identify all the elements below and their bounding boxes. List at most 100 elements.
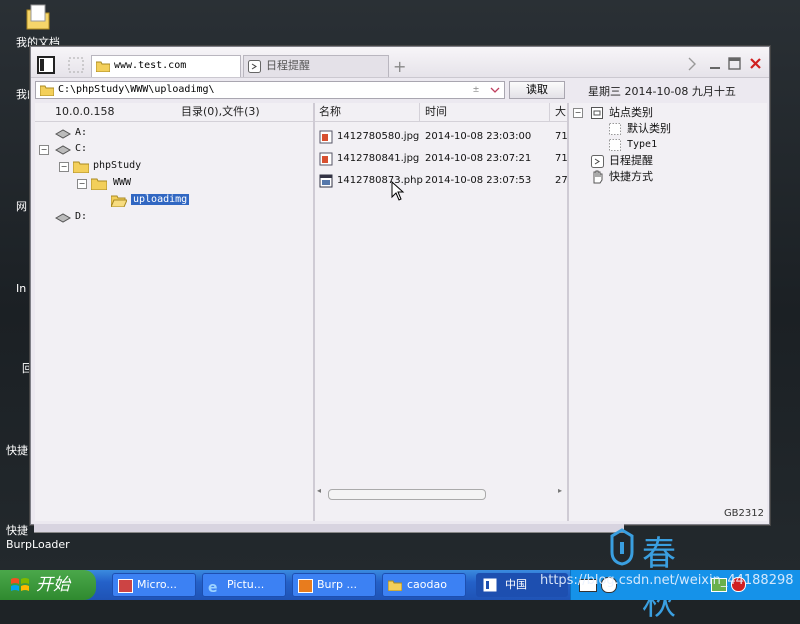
expander-icon[interactable]: − [39, 145, 49, 155]
expander-icon[interactable]: − [77, 179, 87, 189]
tab-schedule[interactable]: 日程提醒 [243, 55, 389, 77]
task-label: 中国 [505, 578, 527, 591]
script-file-icon [319, 174, 333, 188]
tree-row: uploadimg [131, 192, 190, 208]
header-divider [549, 103, 550, 121]
tree-label: phpStudy [93, 160, 142, 171]
maximize-icon[interactable] [728, 57, 741, 70]
category-icon [591, 107, 603, 119]
mouse-cursor-icon [391, 181, 405, 201]
folder-icon [26, 4, 50, 30]
clock-icon [248, 60, 261, 73]
panel-toggle-icon[interactable] [37, 56, 55, 74]
bookmark-add-icon[interactable]: ± [473, 82, 479, 98]
tree-label: WWW [113, 177, 132, 188]
folder-icon [40, 85, 54, 96]
folder-icon [388, 580, 402, 591]
file-name: 1412780580.jpg [337, 131, 420, 142]
file-name: 1412780841.jpg [337, 153, 420, 164]
column-header-size[interactable]: 大 [555, 103, 566, 121]
close-icon[interactable] [749, 57, 762, 70]
column-header-time[interactable]: 时间 [425, 103, 447, 121]
dotted-box-icon [609, 139, 621, 151]
taskbar-item-caodao[interactable]: caodao [382, 573, 466, 597]
host-address: 10.0.0.158 [55, 105, 115, 118]
desktop-icon-my-documents[interactable]: 我的文档 [12, 2, 64, 50]
site-category-panel: − 站点类别 默认类别 Type1 日程提醒 快捷方式 [569, 103, 767, 521]
window-icon [483, 578, 497, 592]
file-manager-window: www.test.com 日程提醒 + C:\phpStudy\WWW\uplo… [30, 46, 770, 525]
divider [35, 121, 313, 122]
tree-label: D: [75, 211, 88, 222]
title-bar: www.test.com 日程提醒 + [31, 47, 769, 78]
side-item-label: Type1 [627, 139, 658, 150]
app-icon [118, 579, 133, 593]
address-bar: C:\phpStudy\WWW\uploadimg\ ± 读取 星期三 2014… [31, 78, 769, 102]
file-row[interactable]: 1412780873.php 2014-10-08 23:07:53 27 [319, 173, 568, 189]
tree-label: uploadimg [131, 194, 190, 205]
tree-label: C: [75, 143, 88, 154]
side-item-label: 默认类别 [627, 122, 671, 135]
new-window-icon[interactable] [67, 56, 85, 74]
tab-label: 日程提醒 [266, 59, 310, 72]
new-tab-button[interactable]: + [393, 57, 406, 76]
scroll-right-icon[interactable]: ▸ [558, 486, 562, 495]
tree-label: A: [75, 127, 88, 138]
chunqiu-logo-icon [610, 528, 634, 566]
file-list-panel: 名称 时间 大 1412780580.jpg 2014-10-08 23:03:… [315, 103, 568, 521]
open-folder-icon [111, 195, 127, 207]
address-input[interactable]: C:\phpStudy\WWW\uploadimg\ ± [35, 81, 505, 99]
read-button[interactable]: 读取 [509, 81, 565, 99]
drive-icon [55, 129, 71, 139]
expander-icon[interactable]: − [59, 162, 69, 172]
image-file-icon [319, 130, 333, 144]
file-time: 2014-10-08 23:07:53 [425, 175, 532, 186]
desktop-icon-label: In Ex [16, 282, 30, 295]
desktop-icon-label: BurpLoader [6, 538, 70, 551]
desktop-icon-label: 网 [16, 200, 27, 213]
drive-icon [55, 213, 71, 223]
taskbar-item-microsoft[interactable]: Micro... [112, 573, 196, 597]
tab-label: www.test.com [114, 60, 187, 71]
divider [315, 121, 567, 122]
clock-icon [591, 155, 604, 168]
side-item-label: 快捷方式 [609, 170, 653, 183]
drive-icon [55, 145, 71, 155]
watermark-url: https://blog.csdn.net/weixin_44188298 [540, 573, 794, 588]
taskbar-item-picture[interactable]: e Pictu... [202, 573, 286, 597]
forward-icon[interactable] [687, 57, 697, 71]
minimize-icon[interactable] [709, 59, 721, 71]
desktop-icon-ie[interactable]: In Ex [16, 282, 30, 295]
desktop-icon-shortcut-1[interactable]: 快捷 [6, 442, 30, 458]
header-divider [419, 103, 420, 121]
start-button[interactable]: 开始 [0, 570, 96, 600]
scrollbar-thumb[interactable] [328, 489, 486, 500]
directory-summary: 目录(0),文件(3) [181, 105, 260, 118]
chevron-down-icon[interactable] [490, 87, 500, 94]
task-label: Pictu... [227, 578, 265, 591]
task-label: Burp ... [317, 578, 358, 591]
file-row[interactable]: 1412780580.jpg 2014-10-08 23:03:00 71 [319, 129, 568, 145]
hand-icon [593, 170, 603, 184]
scroll-left-icon[interactable]: ◂ [317, 486, 321, 495]
desktop-icon-network[interactable]: 网 [16, 198, 30, 214]
folder-icon [73, 161, 89, 173]
tab-www-test-com[interactable]: www.test.com [91, 55, 241, 77]
background-window-edge [34, 524, 624, 533]
task-label: Micro... [137, 578, 177, 591]
windows-flag-icon [11, 578, 29, 591]
expander-icon[interactable]: − [573, 108, 583, 118]
file-row[interactable]: 1412780841.jpg 2014-10-08 23:07:21 71 [319, 151, 568, 167]
desktop-icon-computer[interactable]: 我的 [16, 86, 30, 102]
horizontal-scrollbar[interactable]: ◂ ▸ [316, 486, 566, 500]
dotted-box-icon [609, 123, 621, 135]
file-time: 2014-10-08 23:03:00 [425, 131, 532, 142]
date-display: 星期三 2014-10-08 九月十五 [588, 85, 736, 98]
side-item-label: 日程提醒 [609, 154, 653, 167]
file-name: 1412780873.php [337, 175, 423, 186]
file-size: 71 [555, 131, 568, 142]
column-header-name[interactable]: 名称 [319, 103, 341, 121]
encoding-label: GB2312 [723, 508, 764, 519]
app-icon [298, 579, 313, 593]
taskbar-item-burp[interactable]: Burp ... [292, 573, 376, 597]
